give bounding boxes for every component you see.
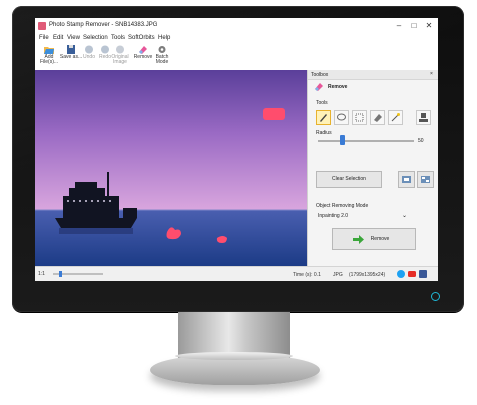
- radius-value: 50: [418, 138, 424, 144]
- save-mask-icon: [421, 176, 430, 183]
- stamp-tool-button[interactable]: [416, 110, 431, 125]
- gear-icon: [158, 46, 166, 53]
- original-image-label: Original Image: [111, 54, 129, 65]
- remove-button[interactable]: Remove: [332, 228, 416, 250]
- toolbox-header: Toolbox ×: [308, 70, 438, 80]
- image-dimensions: (1799x1395x24): [349, 272, 386, 278]
- facebook-icon[interactable]: [419, 270, 427, 278]
- radius-slider[interactable]: [318, 140, 414, 142]
- add-files-label: Add File(s)...: [39, 54, 59, 65]
- eraser-tool-icon: [374, 114, 382, 122]
- photo-preview[interactable]: [35, 70, 307, 266]
- menu-help[interactable]: Help: [158, 35, 170, 41]
- toolbox-title: Toolbox: [311, 72, 329, 78]
- marker-tool-button[interactable]: [316, 110, 331, 125]
- save-icon: [67, 45, 75, 54]
- magic-wand-tool-button[interactable]: [388, 110, 403, 125]
- menu-tools[interactable]: Tools: [111, 35, 125, 41]
- remove-button-label: Remove: [370, 236, 390, 242]
- original-image-button[interactable]: Original Image: [109, 45, 131, 69]
- radius-label: Radius: [316, 130, 332, 136]
- tools-label: Tools: [316, 100, 328, 106]
- eraser-icon: [315, 83, 323, 91]
- status-bar: 1:1 Time (s): 0.1 JPG (1799x1395x24): [35, 266, 438, 281]
- stamp-icon: [419, 113, 428, 122]
- menu-bar: File Edit View Selection Tools SoftOrbit…: [35, 34, 438, 44]
- maximize-button[interactable]: □: [407, 20, 421, 31]
- power-icon: [431, 292, 440, 301]
- selection-mask-watermark: [263, 108, 285, 120]
- title-bar: Photo Stamp Remover - SNB14383.JPG – □ ✕: [35, 18, 438, 34]
- window-title: Photo Stamp Remover - SNB14383.JPG: [49, 22, 158, 28]
- app-logo-icon: [38, 22, 46, 30]
- clear-selection-button[interactable]: Clear Selection: [316, 171, 382, 188]
- save-mask-button[interactable]: [417, 171, 434, 188]
- batch-mode-button[interactable]: Batch Mode: [150, 45, 174, 69]
- eraser-tool-button[interactable]: [370, 110, 385, 125]
- folder-icon: [44, 47, 54, 54]
- add-files-button[interactable]: Add File(s)...: [37, 45, 61, 69]
- toolbox-panel: Toolbox × Remove Tools Radius 50 Clear S…: [307, 70, 438, 266]
- processing-time: Time (s): 0.1: [293, 272, 321, 278]
- lasso-icon: [337, 113, 346, 121]
- close-button[interactable]: ✕: [422, 20, 436, 31]
- menu-file[interactable]: File: [39, 35, 49, 41]
- batch-mode-label: Batch Mode: [155, 54, 169, 65]
- remove-tab-label: Remove: [328, 84, 348, 90]
- menu-softorbits[interactable]: SoftOrbits: [128, 35, 155, 41]
- toolbox-close-icon[interactable]: ×: [430, 71, 433, 77]
- monitor-stand-base-top: [175, 352, 293, 360]
- magic-wand-icon: [391, 113, 400, 122]
- pencil-icon: [320, 114, 327, 122]
- removing-mode-value: Inpainting 2.0: [318, 213, 349, 219]
- clear-selection-label: Clear Selection: [332, 176, 366, 182]
- zoom-value: 1:1: [38, 271, 45, 277]
- zoom-slider-thumb[interactable]: [59, 271, 62, 277]
- removing-mode-label: Object Removing Mode: [316, 203, 369, 209]
- lasso-tool-button[interactable]: [334, 110, 349, 125]
- minimize-button[interactable]: –: [392, 20, 406, 31]
- menu-selection[interactable]: Selection: [83, 35, 108, 41]
- menu-edit[interactable]: Edit: [53, 35, 63, 41]
- image-format: JPG: [333, 272, 343, 278]
- removing-mode-select[interactable]: Inpainting 2.0 ⌄: [316, 211, 410, 221]
- twitter-icon[interactable]: [397, 270, 405, 278]
- menu-view[interactable]: View: [67, 35, 80, 41]
- image-canvas[interactable]: [35, 70, 307, 266]
- rectangle-select-icon: [355, 113, 364, 122]
- load-mask-button[interactable]: [398, 171, 415, 188]
- load-mask-icon: [402, 176, 411, 183]
- eraser-icon: [139, 46, 147, 54]
- remove-tab[interactable]: Remove: [308, 80, 438, 94]
- chevron-down-icon: ⌄: [402, 213, 408, 219]
- radius-slider-thumb[interactable]: [340, 135, 345, 145]
- youtube-icon[interactable]: [408, 270, 416, 278]
- rect-select-tool-button[interactable]: [352, 110, 367, 125]
- toolbar: Add File(s)... Save as... Undo Redo Orig…: [35, 44, 438, 71]
- app-window: Photo Stamp Remover - SNB14383.JPG – □ ✕…: [35, 18, 438, 281]
- original-image-icon: [116, 45, 124, 54]
- arrow-right-icon: [353, 235, 364, 244]
